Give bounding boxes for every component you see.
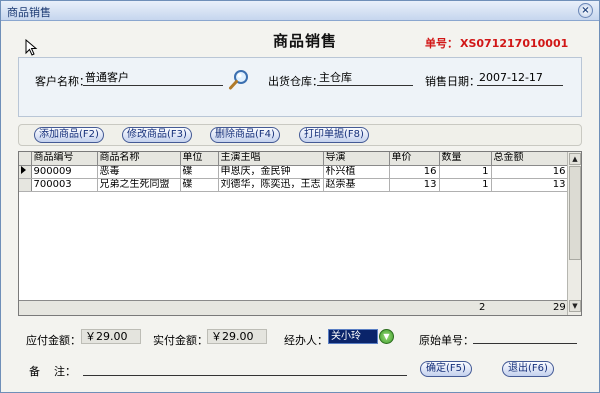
cell-price[interactable]: 16: [389, 165, 440, 179]
grid-vertical-scrollbar[interactable]: ▲ ▼: [567, 152, 581, 315]
bill-number-value: XS071217010001: [460, 37, 569, 50]
page-title: 商品销售: [273, 32, 338, 50]
scroll-down-icon[interactable]: ▼: [569, 300, 581, 312]
column-header[interactable]: 单位: [180, 152, 219, 166]
handler-label: 经办人：: [284, 334, 328, 347]
cell-unit[interactable]: 碟: [180, 165, 219, 179]
exit-button[interactable]: 退出(F6): [502, 361, 554, 377]
magnifier-icon[interactable]: [228, 69, 250, 91]
delete-item-button[interactable]: 删除商品(F4): [210, 127, 280, 143]
cell-price[interactable]: 13: [389, 178, 440, 192]
column-header[interactable]: 单价: [389, 152, 440, 166]
payable-label: 应付金额：: [26, 334, 81, 347]
footer-amount-total: 29: [553, 302, 566, 313]
column-header[interactable]: 导演: [323, 152, 390, 166]
customer-label: 客户名称：: [35, 75, 90, 88]
cell-director[interactable]: 朴兴植: [323, 165, 390, 179]
items-table: 商品编号 商品名称 单位 主演主唱 导演 单价 数量 总金额 900009 恶毒…: [19, 152, 569, 192]
cell-cast[interactable]: 申恩庆，金民钟: [218, 165, 324, 179]
column-header[interactable]: 商品名称: [97, 152, 181, 166]
current-row-pointer-icon: [19, 165, 32, 179]
row-indicator-header: [19, 152, 32, 166]
window-title: 商品销售: [7, 6, 51, 19]
items-grid[interactable]: 商品编号 商品名称 单位 主演主唱 导演 单价 数量 总金额 900009 恶毒…: [18, 151, 582, 316]
handler-select[interactable]: 关小玲: [328, 329, 378, 344]
column-header[interactable]: 主演主唱: [218, 152, 324, 166]
bill-number: 单号： XS071217010001: [425, 35, 568, 51]
original-bill-label: 原始单号：: [419, 334, 474, 347]
cell-director[interactable]: 赵崇基: [323, 178, 390, 192]
sale-date-field[interactable]: 2007-12-17: [477, 71, 563, 86]
grid-empty-area[interactable]: [19, 194, 567, 300]
cell-unit[interactable]: 碟: [180, 178, 219, 192]
cell-qty[interactable]: 1: [439, 165, 492, 179]
scroll-up-icon[interactable]: ▲: [569, 153, 581, 165]
warehouse-field[interactable]: 主仓库: [317, 71, 413, 86]
column-header[interactable]: 数量: [439, 152, 492, 166]
cell-name[interactable]: 兄弟之生死同盟: [97, 178, 181, 192]
footer-qty-total: 2: [479, 302, 486, 313]
confirm-button[interactable]: 确定(F5): [420, 361, 472, 377]
header-row: 商品编号 商品名称 单位 主演主唱 导演 单价 数量 总金额: [19, 152, 569, 166]
edit-item-button[interactable]: 修改商品(F3): [122, 127, 192, 143]
note-field[interactable]: [83, 361, 407, 376]
cell-qty[interactable]: 1: [439, 178, 492, 192]
cell-code[interactable]: 700003: [31, 178, 98, 192]
column-header[interactable]: 商品编号: [31, 152, 98, 166]
paid-amount-field[interactable]: ￥29.00: [207, 329, 267, 344]
cell-name[interactable]: 恶毒: [97, 165, 181, 179]
cell-code[interactable]: 900009: [31, 165, 98, 179]
customer-field[interactable]: 普通客户: [83, 71, 223, 86]
cell-total[interactable]: 16: [491, 165, 569, 179]
add-item-button[interactable]: 添加商品(F2): [34, 127, 104, 143]
title-bar: 商品销售 ×: [1, 1, 599, 21]
green-dropdown-icon[interactable]: ▼: [379, 329, 394, 344]
table-row[interactable]: 900009 恶毒 碟 申恩庆，金民钟 朴兴植 16 1 16: [19, 165, 569, 179]
row-indicator: [19, 178, 32, 192]
table-row[interactable]: 700003 兄弟之生死同盟 碟 刘德华，陈奕迅，王志 赵崇基 13 1 13: [19, 178, 569, 192]
arrow-cursor-icon: [25, 39, 38, 56]
column-header[interactable]: 总金额: [491, 152, 569, 166]
original-bill-field[interactable]: [473, 329, 577, 344]
cell-total[interactable]: 13: [491, 178, 569, 192]
warehouse-label: 出货仓库：: [268, 75, 323, 88]
close-icon[interactable]: ×: [578, 3, 593, 18]
scroll-thumb[interactable]: [569, 166, 581, 260]
print-bill-button[interactable]: 打印单据(F8): [299, 127, 369, 143]
grid-footer-row: 2 29: [19, 300, 567, 315]
note-label: 备 注：: [29, 365, 76, 378]
paid-label: 实付金额：: [153, 334, 208, 347]
sales-window: 商品销售 × 商品销售 单号： XS071217010001 客户名称： 普通客户…: [0, 0, 600, 393]
payable-amount-field: ￥29.00: [81, 329, 141, 344]
cell-cast[interactable]: 刘德华，陈奕迅，王志: [218, 178, 324, 192]
sale-date-label: 销售日期：: [425, 75, 480, 88]
bill-number-label: 单号：: [425, 37, 458, 50]
